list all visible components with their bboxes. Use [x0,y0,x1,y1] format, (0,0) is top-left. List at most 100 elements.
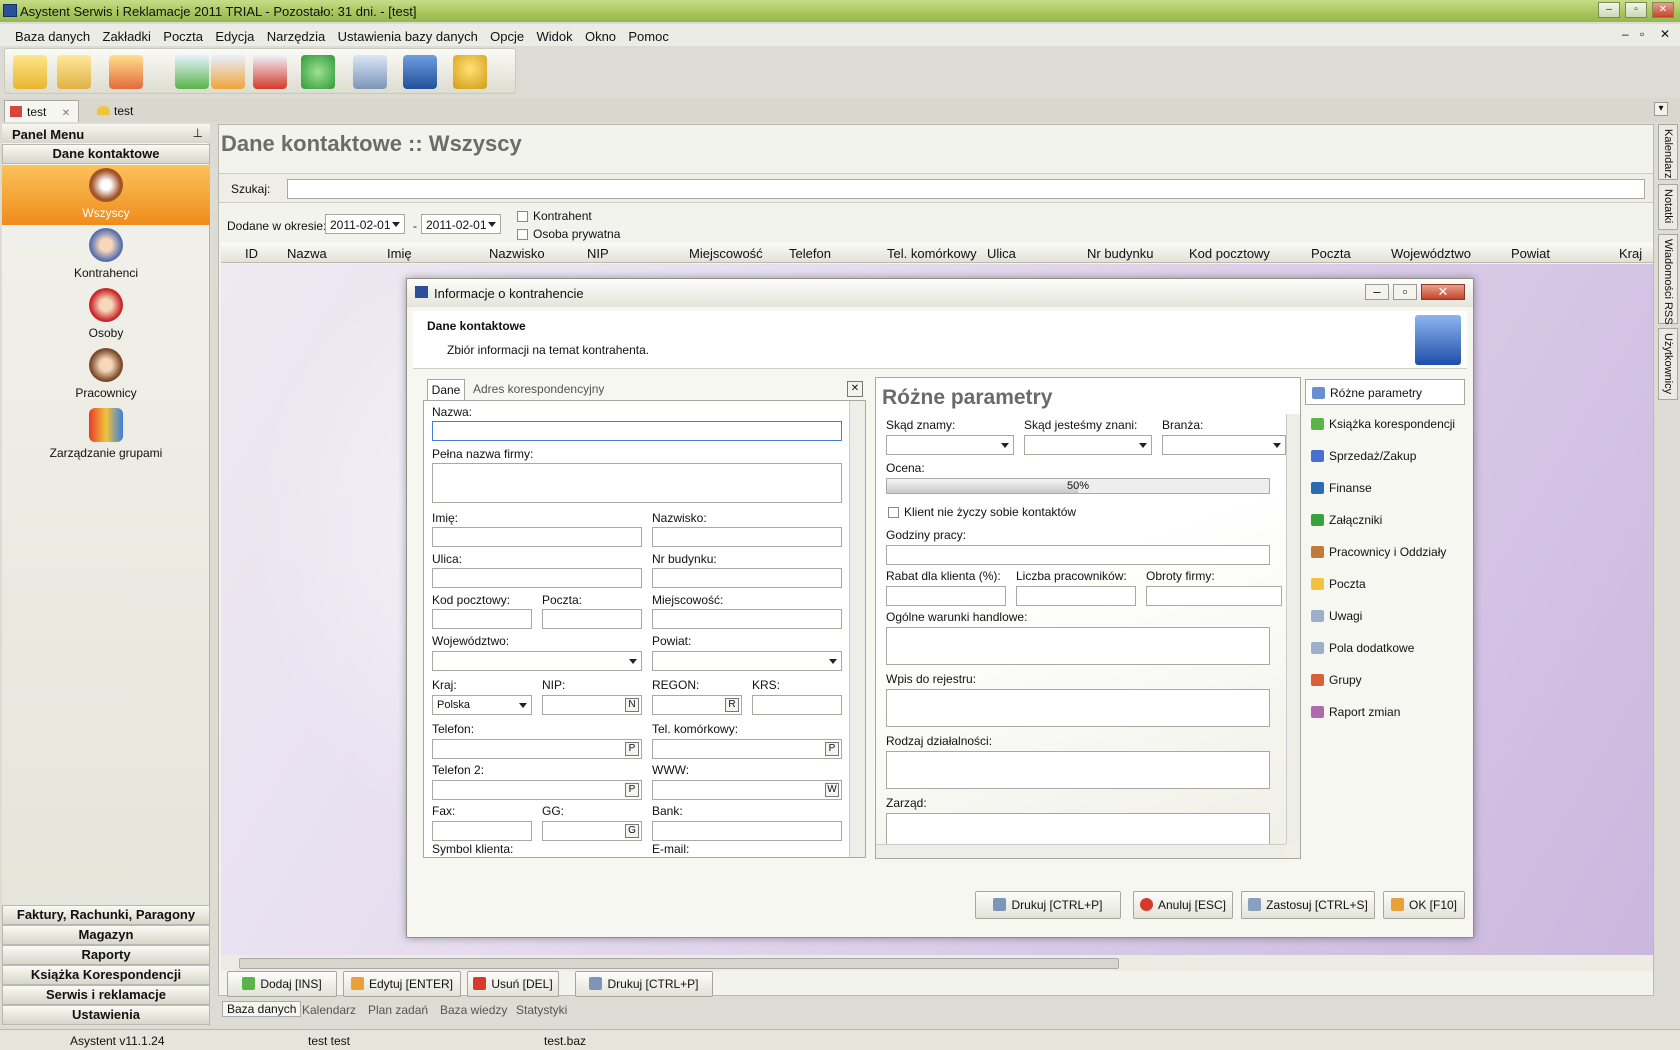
col-tel-komorkowy[interactable]: Tel. komórkowy [887,246,977,261]
nazwa-input[interactable] [432,421,842,441]
search-input[interactable] [287,179,1645,199]
wojewodztwo-select[interactable] [432,651,642,671]
dialog-cancel-button[interactable]: Anuluj [ESC] [1133,891,1233,919]
pin-icon[interactable]: ⊥ [193,126,203,140]
mdi-restore-button[interactable]: ▫ [1640,27,1644,41]
menu-pomoc[interactable]: Pomoc [623,24,672,44]
dialog-print-button[interactable]: Drukuj [CTRL+P] [975,891,1121,919]
new-database-icon[interactable] [13,55,47,89]
side-rozne-parametry[interactable]: Różne parametry [1305,379,1465,405]
col-poczta[interactable]: Poczta [1311,246,1351,261]
nazwisko-input[interactable] [652,527,842,547]
side-grupy[interactable]: Grupy [1305,667,1465,693]
side-finanse[interactable]: Finanse [1305,475,1465,501]
wpis-rejestru-input[interactable] [886,689,1270,727]
gg-input[interactable]: G [542,821,642,841]
menu-narzedzia[interactable]: Narzędzia [262,24,330,44]
refresh-icon[interactable] [301,55,335,89]
group-raporty[interactable]: Raporty [2,945,210,965]
ogolne-warunki-input[interactable] [886,627,1270,665]
tel-komorkowy-input[interactable]: P [652,739,842,759]
side-raport-zmian[interactable]: Raport zmian [1305,699,1465,725]
tab-test[interactable]: test [92,100,141,122]
skad-jestesmy-znani-select[interactable] [1024,435,1152,455]
regon-input[interactable]: R [652,695,742,715]
tab-baza-wiedzy[interactable]: Baza wiedzy [440,1003,507,1017]
rtab-uzytkownicy[interactable]: Użytkownicy [1658,328,1678,400]
menu-zakladki[interactable]: Zakładki [98,24,155,44]
rtab-rss[interactable]: Wiadomości RSS [1658,234,1678,325]
maximize-button[interactable]: ▫ [1625,2,1647,18]
side-poczta[interactable]: Poczta [1305,571,1465,597]
tab-adres-korespondencyjny[interactable]: Adres korespondencyjny [473,379,604,401]
liczba-pracownikow-input[interactable] [1016,586,1136,606]
close-button[interactable]: ✕ [1652,2,1674,18]
menu-baza-danych[interactable]: Baza danych [10,24,94,44]
nav-kontrahenci[interactable]: Kontrahenci [2,225,210,285]
telefon-call-button[interactable]: P [625,742,639,756]
col-nip[interactable]: NIP [587,246,609,261]
powiat-select[interactable] [652,651,842,671]
minimize-button[interactable]: – [1598,2,1620,18]
side-pola-dodatkowe[interactable]: Pola dodatkowe [1305,635,1465,661]
tab-plan-zadan[interactable]: Plan zadań [368,1003,428,1017]
osoba-prywatna-checkbox[interactable] [517,229,528,240]
date-to-input[interactable]: 2011-02-01 [421,214,501,234]
col-powiat[interactable]: Powiat [1511,246,1550,261]
col-telefon[interactable]: Telefon [789,246,831,261]
symbol-klienta-input[interactable] [432,857,642,858]
side-uwagi[interactable]: Uwagi [1305,603,1465,629]
dialog-close-button[interactable]: ✕ [1421,284,1465,300]
ulica-input[interactable] [432,568,642,588]
edit-record-icon[interactable] [211,55,245,89]
nie-kontaktowac-checkbox[interactable] [888,507,899,518]
group-ustawienia[interactable]: Ustawienia [2,1005,210,1025]
kontrahent-checkbox[interactable] [517,211,528,222]
menu-ustawienia-bazy[interactable]: Ustawienia bazy danych [333,24,482,44]
group-serwis[interactable]: Serwis i reklamacje [2,985,210,1005]
bank-input[interactable] [652,821,842,841]
date-from-input[interactable]: 2011-02-01 [325,214,405,234]
skad-znamy-select[interactable] [886,435,1014,455]
nav-wszyscy[interactable]: Wszyscy [2,165,210,225]
tab-close-icon[interactable]: ✕ [62,108,70,119]
side-zalaczniki[interactable]: Załączniki [1305,507,1465,533]
dane-vertical-scrollbar[interactable] [849,401,865,857]
group-ksiazka[interactable]: Książka Korespondencji [2,965,210,985]
side-ksiazka-korespondencji[interactable]: Książka korespondencji [1305,411,1465,437]
email-input[interactable]: E [652,857,842,858]
horizontal-scrollbar[interactable] [221,955,1653,971]
nip-check-button[interactable]: N [625,698,639,712]
rabat-input[interactable] [886,586,1006,606]
telefon2-input[interactable]: P [432,780,642,800]
print-button[interactable]: Drukuj [CTRL+P] [575,971,713,997]
nav-pracownicy[interactable]: Pracownicy [2,345,210,405]
rtab-notatki[interactable]: Notatki [1658,184,1678,230]
col-kod-pocztowy[interactable]: Kod pocztowy [1189,246,1270,261]
group-magazyn[interactable]: Magazyn [2,925,210,945]
pane-close-icon[interactable]: ✕ [847,381,863,397]
menu-opcje[interactable]: Opcje [485,24,528,44]
nav-osoby[interactable]: Osoby [2,285,210,345]
delete-button[interactable]: Usuń [DEL] [467,971,559,997]
dialog-minimize-button[interactable]: – [1365,284,1389,300]
tab-kalendarz[interactable]: Kalendarz [302,1003,356,1017]
col-miejscowosc[interactable]: Miejscowość [689,246,763,261]
nr-budynku-input[interactable] [652,568,842,588]
scroll-thumb[interactable] [239,958,1119,969]
tab-test-active[interactable]: test ✕ [4,100,80,122]
col-ulica[interactable]: Ulica [987,246,1016,261]
edit-button[interactable]: Edytuj [ENTER] [343,971,461,997]
branza-select[interactable] [1162,435,1286,455]
col-nazwa[interactable]: Nazwa [287,246,327,261]
mdi-close-button[interactable]: ✕ [1660,27,1670,41]
telefon2-call-button[interactable]: P [625,783,639,797]
regon-check-button[interactable]: R [725,698,739,712]
dialog-maximize-button[interactable]: ▫ [1393,284,1417,300]
close-database-icon[interactable] [109,55,143,89]
rodzaj-dzialalnosci-input[interactable] [886,751,1270,789]
ocena-progress[interactable]: 50% [886,478,1270,494]
col-wojewodztwo[interactable]: Województwo [1391,246,1471,261]
kod-pocztowy-input[interactable] [432,609,532,629]
obroty-input[interactable] [1146,586,1282,606]
